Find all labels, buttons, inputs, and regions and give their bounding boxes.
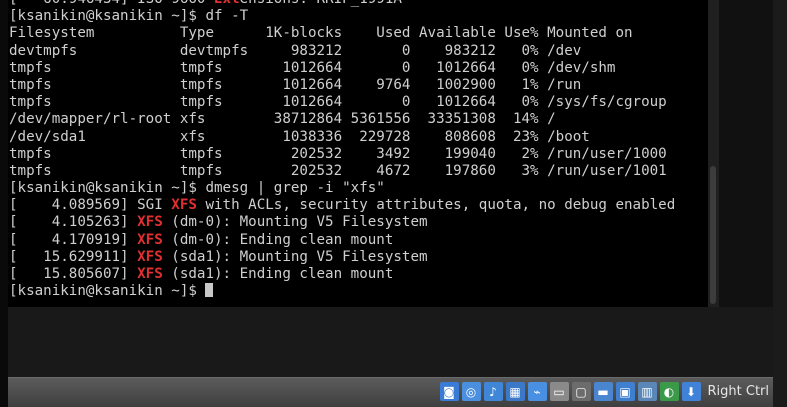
terminal-line: tmpfs tmpfs 202532 3492 199040 2% /run/u… bbox=[9, 146, 675, 163]
recording-icon[interactable]: ▣ bbox=[615, 382, 635, 401]
terminal-line: [ 4.105263] XFS (dm-0): Mounting V5 File… bbox=[9, 214, 675, 231]
terminal-line: tmpfs tmpfs 1012664 0 1012664 0% /sys/fs… bbox=[9, 94, 675, 111]
terminal-text: (sda1): Mounting V5 Filesystem bbox=[162, 248, 428, 265]
optical-drive-icon[interactable]: ◎ bbox=[461, 382, 481, 401]
audio-icon[interactable]: ♪ bbox=[483, 382, 503, 401]
terminal-output: [ 60.946434] ISO 9660 Extensions: RRIP_1… bbox=[9, 0, 675, 300]
terminal-text: (dm-0): Mounting V5 Filesystem bbox=[162, 214, 428, 231]
terminal-text: tmpfs tmpfs 1012664 9764 1002900 1% /run bbox=[9, 76, 582, 93]
highlighted-match: Ext bbox=[214, 0, 240, 7]
terminal-text: with ACLs, security attributes, quota, n… bbox=[196, 197, 676, 214]
terminal-text: devtmpfs devtmpfs 983212 0 983212 0% /de… bbox=[9, 42, 582, 59]
terminal-text: [ksanikin@ksanikin ~]$ df -T bbox=[9, 8, 249, 25]
terminal-text: [ 4.089569] SGI bbox=[9, 197, 172, 214]
terminal-text: (dm-0): Ending clean mount bbox=[162, 231, 394, 248]
terminal-text: [ 4.170919] bbox=[9, 231, 138, 248]
terminal-line: Filesystem Type 1K-blocks Used Available… bbox=[9, 25, 675, 42]
highlighted-match: XFS bbox=[137, 214, 163, 231]
vm-window: [ 60.946434] ISO 9660 Extensions: RRIP_1… bbox=[0, 0, 787, 407]
terminal-line: devtmpfs devtmpfs 983212 0 983212 0% /de… bbox=[9, 43, 675, 60]
terminal-line: [ 60.946434] ISO 9660 Extensions: RRIP_1… bbox=[9, 0, 675, 8]
terminal-line: tmpfs tmpfs 1012664 0 1012664 0% /dev/sh… bbox=[9, 60, 675, 77]
usb-icon[interactable]: ⌁ bbox=[527, 382, 547, 401]
terminal-text: [ 15.805607] bbox=[9, 266, 138, 282]
terminal-text: [ 60.946434] ISO 9660 bbox=[9, 0, 214, 7]
terminal-text: /dev/mapper/rl-root xfs 38712864 5361556… bbox=[9, 111, 556, 128]
terminal-line: [ksanikin@ksanikin ~]$ dmesg | grep -i "… bbox=[9, 180, 675, 197]
terminal-text: [ksanikin@ksanikin ~]$ bbox=[9, 283, 206, 300]
terminal-line: /dev/mapper/rl-root xfs 38712864 5361556… bbox=[9, 111, 675, 128]
terminal-line: [ 4.089569] SGI XFS with ACLs, security … bbox=[9, 197, 675, 214]
status-icons: ◙ ◎ ♪ ▦ ⌁ ▭ ▢ ▬ ▣ ▥ ◐ ⬇ Right Ctrl bbox=[439, 382, 770, 401]
host-key-label[interactable]: Right Ctrl bbox=[708, 384, 770, 399]
terminal-line: [ 15.805607] XFS (sda1): Ending clean mo… bbox=[9, 266, 675, 283]
terminal-line: [ 4.170919] XFS (dm-0): Ending clean mou… bbox=[9, 232, 675, 249]
highlighted-match: XFS bbox=[171, 197, 197, 214]
vm-screen-margin bbox=[8, 307, 773, 377]
right-border bbox=[773, 0, 787, 407]
video-capture-icon[interactable]: ▬ bbox=[593, 382, 613, 401]
terminal-line: tmpfs tmpfs 1012664 9764 1002900 1% /run bbox=[9, 77, 675, 94]
highlighted-match: XFS bbox=[137, 231, 163, 248]
hard-disk-icon[interactable]: ◙ bbox=[439, 382, 459, 401]
terminal-console[interactable]: [ 60.946434] ISO 9660 Extensions: RRIP_1… bbox=[8, 0, 708, 307]
terminal-text: [ksanikin@ksanikin ~]$ dmesg | grep -i "… bbox=[9, 180, 385, 197]
terminal-text: tmpfs tmpfs 1012664 0 1012664 0% /dev/sh… bbox=[9, 59, 616, 76]
display-icon[interactable]: ▢ bbox=[571, 382, 591, 401]
terminal-text: [ 15.629911] bbox=[9, 248, 138, 265]
terminal-text: [ 4.105263] bbox=[9, 214, 138, 231]
terminal-text: ensions: RRIP_1991A bbox=[240, 0, 402, 7]
highlighted-match: XFS bbox=[137, 248, 163, 265]
terminal-line: /dev/sda1 xfs 1038336 229728 808608 23% … bbox=[9, 129, 675, 146]
terminal-line: [ksanikin@ksanikin ~]$ df -T bbox=[9, 8, 675, 25]
terminal-text: tmpfs tmpfs 202532 4672 197860 3% /run/u… bbox=[9, 162, 667, 179]
terminal-text: /dev/sda1 xfs 1038336 229728 808608 23% … bbox=[9, 128, 590, 145]
terminal-text: (sda1): Ending clean mount bbox=[162, 266, 394, 282]
terminal-scrollbar-thumb[interactable] bbox=[710, 166, 716, 304]
terminal-line: tmpfs tmpfs 202532 4672 197860 3% /run/u… bbox=[9, 163, 675, 180]
terminal-line: [ 15.629911] XFS (sda1): Mounting V5 Fil… bbox=[9, 249, 675, 266]
highlighted-match: XFS bbox=[137, 266, 163, 282]
terminal-text: tmpfs tmpfs 202532 3492 199040 2% /run/u… bbox=[9, 145, 667, 162]
left-border bbox=[0, 0, 8, 407]
vm-status-bar: ◙ ◎ ♪ ▦ ⌁ ▭ ▢ ▬ ▣ ▥ ◐ ⬇ Right Ctrl bbox=[8, 377, 773, 407]
terminal-line: [ksanikin@ksanikin ~]$ bbox=[9, 283, 675, 300]
terminal-text: tmpfs tmpfs 1012664 0 1012664 0% /sys/fs… bbox=[9, 94, 667, 111]
text-cursor bbox=[205, 283, 214, 298]
network-icon[interactable]: ▦ bbox=[505, 382, 525, 401]
cpu-icon[interactable]: ▥ bbox=[637, 382, 657, 401]
terminal-text: Filesystem Type 1K-blocks Used Available… bbox=[9, 25, 633, 42]
shared-folder-icon[interactable]: ▭ bbox=[549, 382, 569, 401]
keyboard-capture-icon[interactable]: ⬇ bbox=[681, 382, 701, 401]
mouse-integration-icon[interactable]: ◐ bbox=[659, 382, 679, 401]
